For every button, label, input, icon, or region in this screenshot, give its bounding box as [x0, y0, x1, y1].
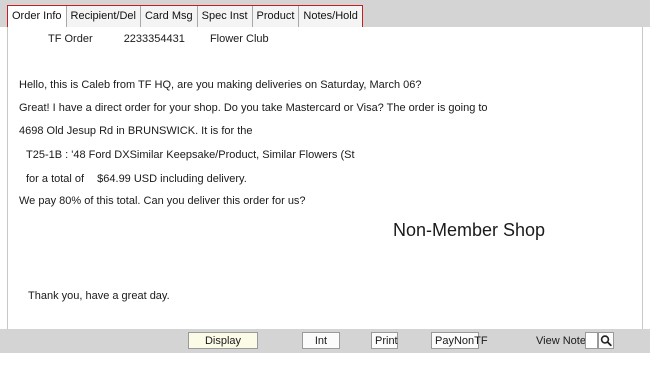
script-address: 4698 Old Jesup Rd in BRUNSWICK. It is fo… — [19, 125, 253, 137]
order-header: TF Order 2233354431 Flower Club — [48, 33, 269, 45]
script-order-intro: Great! I have a direct order for your sh… — [19, 102, 488, 114]
tab-spec-inst[interactable]: Spec Inst — [197, 6, 253, 27]
tab-strip: Order Info Recipient/Del Card Msg Spec I… — [7, 5, 363, 27]
total-amount: $64.99 USD including delivery. — [97, 173, 247, 185]
action-bar: Display Order Int Min Print PayNonTF Vie… — [0, 329, 650, 364]
shop-status: Non-Member Shop — [393, 220, 546, 240]
int-min-button[interactable]: Int Min — [302, 332, 340, 364]
tab-recipient-del[interactable]: Recipient/Del — [66, 6, 141, 27]
tab-order-info[interactable]: Order Info — [8, 6, 67, 27]
tab-bar: Order Info Recipient/Del Card Msg Spec I… — [0, 0, 650, 27]
script-closing: Thank you, have a great day. — [28, 290, 170, 302]
window-bottom-area — [0, 353, 650, 386]
view-notes-field[interactable] — [585, 332, 598, 349]
script-payout: We pay 80% of this total. Can you delive… — [19, 195, 306, 207]
script-total: for a total of $64.99 USD including deli… — [26, 173, 247, 185]
tab-card-msg[interactable]: Card Msg — [140, 6, 198, 27]
order-info-panel: TF Order 2233354431 Flower Club Hello, t… — [7, 27, 643, 329]
script-product: T25-1B : '48 Ford DXSimilar Keepsake/Pro… — [26, 149, 355, 161]
script-greeting: Hello, this is Caleb from TF HQ, are you… — [19, 79, 422, 91]
display-order-button[interactable]: Display Order — [188, 332, 258, 364]
order-source: TF Order — [48, 33, 93, 45]
total-prefix: for a total of — [26, 173, 85, 185]
order-shop: Flower Club — [209, 33, 269, 45]
tab-product[interactable]: Product — [252, 6, 300, 27]
pay-non-tf-button[interactable]: PayNonTF — [431, 332, 488, 349]
print-button[interactable]: Print — [371, 332, 398, 349]
tab-notes-hold[interactable]: Notes/Hold — [299, 6, 362, 27]
search-button[interactable] — [598, 332, 614, 349]
view-notes-label: View Notes — [536, 335, 592, 347]
search-icon — [600, 335, 612, 347]
order-number: 2233354431 — [123, 33, 185, 45]
